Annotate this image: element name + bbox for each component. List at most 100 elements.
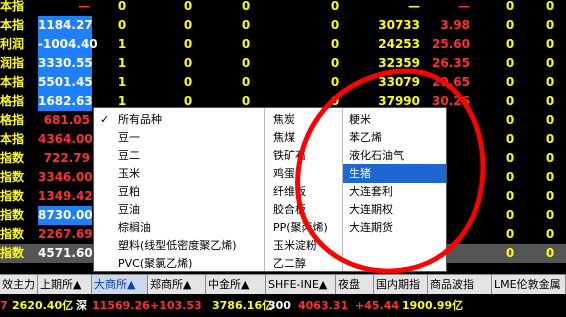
tab-7[interactable]: 国内期指	[374, 275, 428, 294]
row-volume: —	[408, 0, 420, 13]
row-col: 0	[545, 132, 555, 146]
table-row[interactable]: 本指 1184.27 0 0 0 0 30733 3.98 0 0	[0, 16, 566, 35]
row-name: 利润	[0, 37, 25, 51]
status-item: 7	[0, 299, 8, 312]
row-col: 0	[505, 132, 515, 146]
row-col: 0	[545, 151, 555, 165]
menu-item-label: 豆二	[118, 149, 140, 162]
tab-4[interactable]: 中金所▲	[206, 275, 266, 294]
row-name: 指数	[0, 246, 25, 260]
row-col: 0	[545, 113, 555, 127]
row-col: 0	[505, 208, 515, 222]
row-name: 本指	[0, 132, 25, 146]
menu-item-label: 豆一	[118, 131, 140, 144]
menu-item[interactable]: PVC(聚氯乙烯)	[94, 254, 264, 273]
table-row[interactable]: 本指 — 0 0 0 0 — — 0 0	[0, 0, 566, 16]
row-col: 0	[117, 18, 127, 32]
row-col: 0	[505, 246, 515, 260]
menu-item[interactable]: 棕榈油	[94, 218, 264, 237]
tab-2[interactable]: 大商所▲	[92, 275, 148, 294]
row-col: 0	[183, 37, 193, 51]
menu-item[interactable]: 豆粕	[94, 182, 264, 201]
status-item: 3786.16亿	[212, 299, 274, 312]
row-price: 3330.55	[38, 54, 93, 73]
row-col: 0	[545, 0, 555, 13]
row-col: 0	[241, 75, 251, 89]
tab-0[interactable]: 效主力	[0, 275, 38, 294]
row-col: 0	[117, 0, 127, 13]
tab-6[interactable]: 夜盘	[336, 275, 374, 294]
row-name: 指数	[0, 170, 25, 184]
menu-item[interactable]: 豆二	[94, 146, 264, 165]
row-price: 8730.00	[38, 206, 93, 225]
row-name: 指数	[0, 208, 25, 222]
row-price: —	[78, 0, 90, 13]
status-item: 1900.99亿	[402, 299, 464, 312]
menu-column-1: ✓ 所有品种豆一豆二玉米豆粕豆油棕榈油 塑料(线型低密度聚乙烯) PVC(聚氯乙烯)	[94, 108, 264, 271]
status-item: +103.53	[150, 299, 202, 312]
checkmark-icon: ✓	[100, 113, 110, 126]
row-col: 0	[505, 56, 515, 70]
row-price: 2267.69	[38, 227, 93, 241]
row-name: 本指	[0, 0, 25, 13]
row-col: 0	[241, 18, 251, 32]
menu-item-label: 豆油	[118, 203, 140, 216]
row-change: 3.98	[440, 18, 470, 32]
row-price: 1349.42	[38, 189, 93, 203]
row-col: 0	[505, 227, 515, 241]
menu-item[interactable]: ✓ 所有品种	[94, 110, 264, 129]
row-col: 0	[183, 75, 193, 89]
menu-item[interactable]: 塑料(线型低密度聚乙烯)	[94, 236, 264, 255]
row-col: 0	[330, 37, 340, 51]
row-change: —	[458, 0, 470, 13]
row-col: 0	[330, 18, 340, 32]
row-name: 润指	[0, 56, 25, 70]
menu-item-label: 玉米	[118, 167, 140, 180]
row-price: 4364.00	[38, 132, 93, 146]
row-change: 25.60	[432, 37, 470, 51]
status-item: 深	[76, 299, 87, 312]
row-col: 1	[117, 37, 127, 51]
row-name: 本指	[0, 18, 25, 32]
tab-1[interactable]: 上期所▲	[38, 275, 92, 294]
red-annotation-circle	[295, 68, 486, 274]
row-volume: 30733	[378, 18, 420, 32]
row-col: 0	[505, 151, 515, 165]
row-price: 5501.45	[38, 73, 93, 92]
row-price: 1682.63	[38, 92, 93, 111]
tab-5[interactable]: SHFE-INE▲	[266, 275, 336, 294]
row-price: 4571.60	[38, 246, 93, 260]
row-price: -1004.40	[38, 35, 98, 54]
row-name: 指数	[0, 227, 25, 241]
tab-9[interactable]: LME伦敦金属	[492, 275, 566, 294]
menu-item[interactable]: 玉米	[94, 164, 264, 183]
row-col: 0	[241, 37, 251, 51]
menu-item-label: 豆粕	[118, 185, 140, 198]
menu-item-label: 所有品种	[118, 113, 162, 126]
row-col: 1	[117, 56, 127, 70]
row-name: 格指	[0, 113, 25, 127]
index-status-bar: 7 2620.40亿深 11569.26 +103.53 3786.16亿 300 4063…	[0, 295, 566, 317]
row-col: 0	[330, 0, 340, 13]
row-name: 指数	[0, 151, 25, 165]
row-col: 0	[545, 246, 555, 260]
menu-item[interactable]: 豆一	[94, 128, 264, 147]
tab-3[interactable]: 郑商所▲	[148, 275, 206, 294]
row-col: 0	[505, 189, 515, 203]
menu-item[interactable]: 豆油	[94, 200, 264, 219]
row-col: 0	[505, 94, 515, 108]
row-col: 0	[505, 170, 515, 184]
tab-8[interactable]: 商品波指	[428, 275, 492, 294]
row-col: 0	[545, 170, 555, 184]
status-item: 4063.31	[298, 299, 349, 312]
row-name: 格指	[0, 94, 25, 108]
table-row[interactable]: 利润 -1004.40 1 0 0 0 24253 25.60 0 0	[0, 35, 566, 54]
row-col: 0	[505, 75, 515, 89]
status-item: 300	[268, 299, 291, 312]
row-price: 3346.00	[38, 170, 93, 184]
row-col: 0	[505, 0, 515, 13]
row-col: 0	[505, 18, 515, 32]
row-col: 1	[117, 75, 127, 89]
row-price: 1184.27	[38, 16, 93, 35]
menu-item-label: PVC(聚氯乙烯)	[118, 257, 193, 270]
